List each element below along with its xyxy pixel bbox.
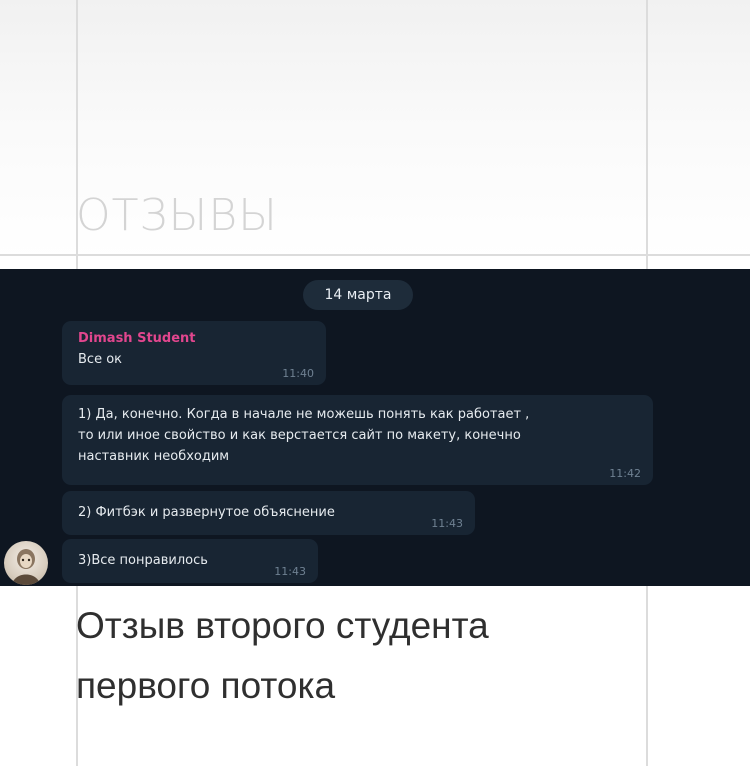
message-time: 11:43 [431, 517, 463, 530]
message-bubble[interactable]: Dimash Student Все ок 11:40 [62, 321, 326, 385]
message-text: Все ок [78, 352, 123, 367]
message-text-line: 1) Да, конечно. Когда в начале не можешь… [78, 407, 530, 422]
message-time: 11:40 [282, 367, 314, 380]
avatar[interactable] [4, 541, 48, 585]
message-time: 11:43 [274, 565, 306, 578]
caption-line-1: Отзыв второго студента [76, 605, 489, 646]
message-time: 11:42 [609, 467, 641, 480]
caption-line-2: первого потока [76, 665, 336, 706]
chat-screenshot: 14 марта Dimash Student Все ок 11:40 1) … [0, 269, 750, 586]
message-bubble[interactable]: 3)Все понравилось 11:43 [62, 539, 318, 583]
layout-guide-horizontal [0, 254, 750, 256]
message-text-line: то или иное свойство и как верстается са… [78, 428, 521, 443]
section-heading: ОТЗЫВЫ [76, 190, 278, 241]
sender-name[interactable]: Dimash Student [78, 329, 310, 349]
message-text-line: наставник необходим [78, 449, 230, 464]
avatar-image [12, 549, 40, 585]
message-bubble[interactable]: 2) Фитбэк и развернутое объяснение 11:43 [62, 491, 475, 535]
review-caption: Отзыв второго студента первого потока [76, 596, 636, 716]
message-text: 2) Фитбэк и развернутое объяснение [78, 505, 335, 520]
message-text: 3)Все понравилось [78, 553, 208, 568]
date-separator: 14 марта [303, 280, 413, 310]
message-bubble[interactable]: 1) Да, конечно. Когда в начале не можешь… [62, 395, 653, 485]
